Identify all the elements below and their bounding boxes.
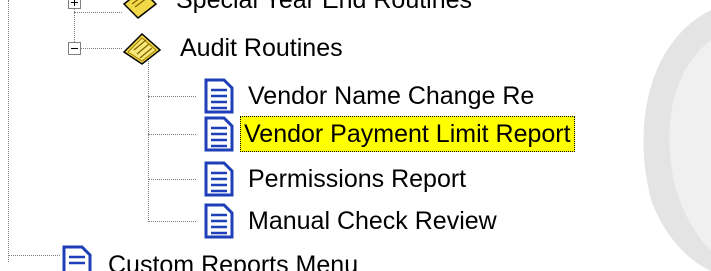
report-document-icon	[204, 116, 234, 152]
report-document-icon	[62, 245, 92, 271]
tree-item-special-year-end-routines[interactable]: Special Year End Routines	[60, 0, 480, 28]
folder-notepad-icon	[122, 0, 158, 19]
tree-line-audit-children	[148, 58, 149, 222]
report-document-icon	[204, 78, 234, 114]
tree-line-root	[8, 0, 9, 262]
tree-item-label: Manual Check Review	[248, 207, 497, 235]
tree-item-label: Permissions Report	[248, 165, 467, 193]
tree-item-permissions-report[interactable]: Permissions Report	[196, 161, 536, 197]
tree-line	[8, 255, 60, 256]
collapse-toggle[interactable]	[68, 42, 81, 55]
folder-notepad-icon	[122, 32, 162, 65]
tree-item-label: Vendor Name Change Re	[248, 82, 535, 110]
tree-item-audit-routines[interactable]: Audit Routines	[60, 30, 380, 66]
tree-line	[148, 134, 196, 135]
report-document-icon	[204, 203, 234, 239]
report-tree-view: Special Year End Routines Audit Routines…	[0, 0, 711, 271]
tree-item-label: Custom Reports Menu	[108, 251, 359, 271]
tree-item-label: Audit Routines	[180, 34, 343, 62]
tree-line	[148, 96, 196, 97]
tree-item-label: Special Year End Routines	[176, 0, 473, 14]
expand-toggle[interactable]	[68, 0, 81, 9]
tree-item-custom-reports-menu[interactable]: Custom Reports Menu	[60, 245, 420, 271]
tree-item-manual-check-review[interactable]: Manual Check Review	[196, 203, 556, 239]
report-document-icon	[204, 161, 234, 197]
tree-item-vendor-payment-limit-report[interactable]: Vendor Payment Limit Report	[196, 116, 636, 152]
tree-line	[148, 221, 196, 222]
tree-item-vendor-name-change[interactable]: Vendor Name Change Re	[196, 78, 586, 114]
tree-line	[148, 179, 196, 180]
tree-item-label-selected: Vendor Payment Limit Report	[240, 116, 575, 152]
